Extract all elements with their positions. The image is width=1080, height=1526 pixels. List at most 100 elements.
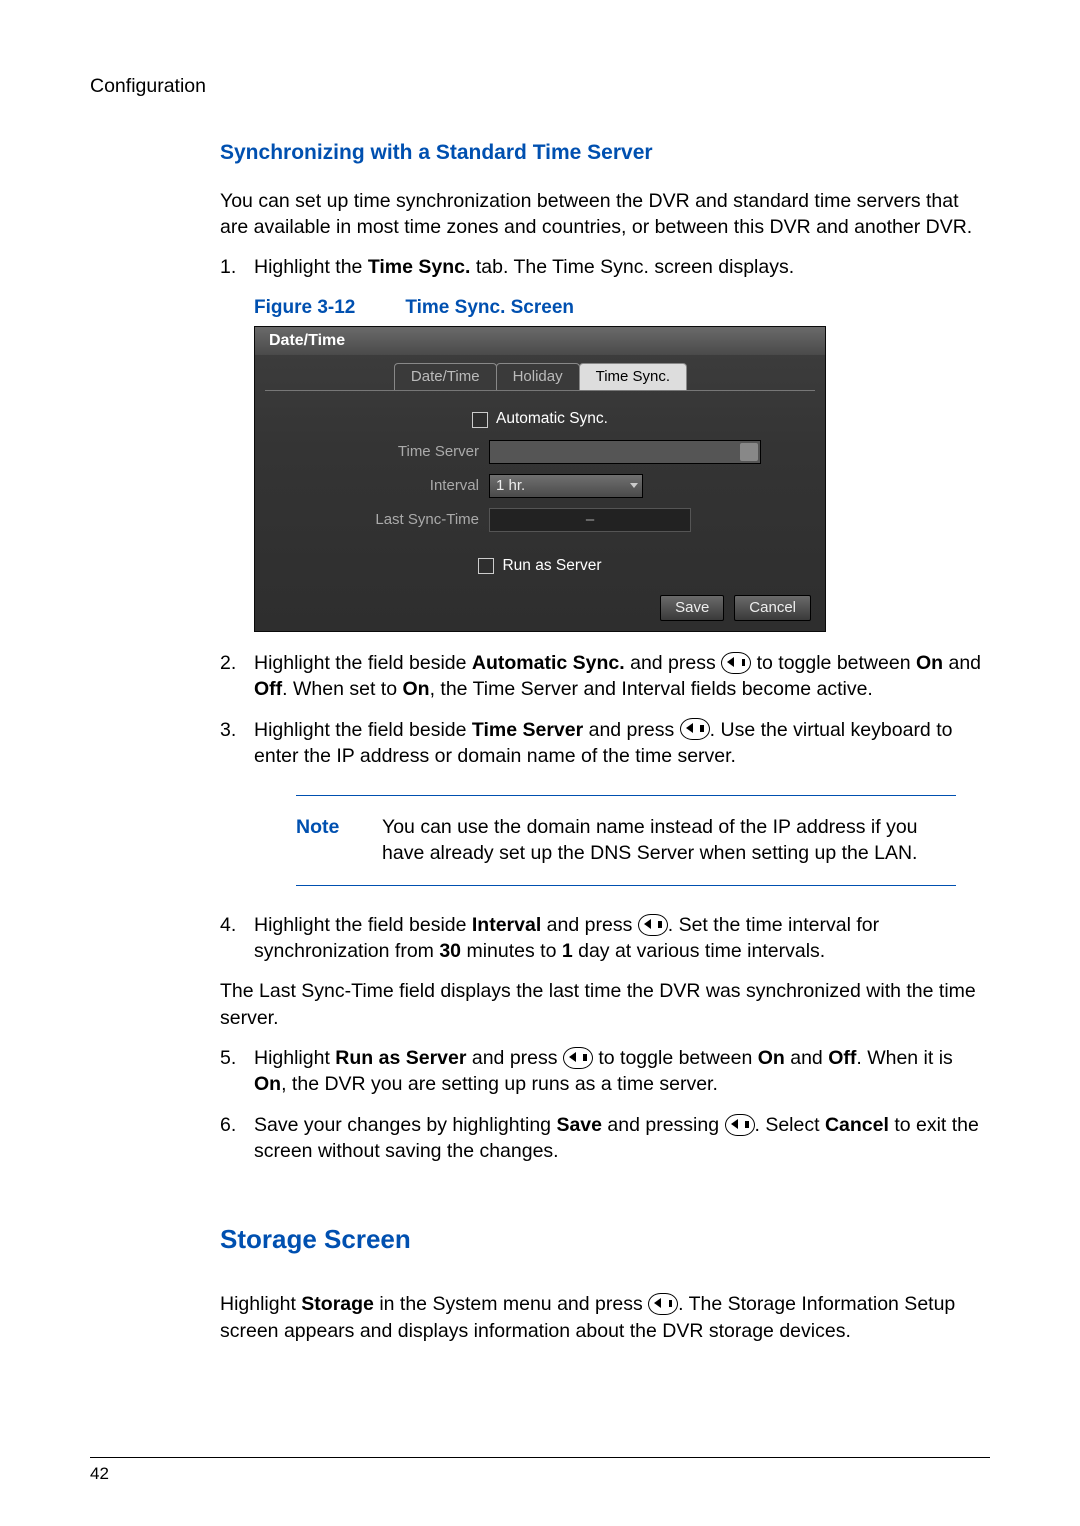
figure-title: Time Sync. Screen bbox=[405, 297, 574, 318]
chevron-down-icon bbox=[630, 483, 638, 488]
note-block: Note You can use the domain name instead… bbox=[296, 795, 956, 886]
step-6: 6. Save your changes by highlighting Sav… bbox=[220, 1112, 990, 1165]
text: tab. The Time Sync. screen displays. bbox=[470, 256, 794, 278]
tab-timesync[interactable]: Time Sync. bbox=[579, 363, 687, 390]
figure-caption: Figure 3-12 Time Sync. Screen bbox=[254, 295, 990, 321]
row-interval: Interval 1 hr. bbox=[255, 474, 825, 498]
step-body: Highlight the Time Sync. tab. The Time S… bbox=[254, 254, 990, 280]
time-server-input[interactable] bbox=[489, 440, 761, 464]
keyboard-icon[interactable] bbox=[740, 443, 758, 461]
page-number: 42 bbox=[90, 1463, 109, 1486]
text: in the System menu and press bbox=[374, 1293, 648, 1315]
text: Highlight the field beside bbox=[254, 914, 472, 936]
figure-number: Figure 3-12 bbox=[254, 297, 355, 318]
step-body: Highlight the field beside Automatic Syn… bbox=[254, 650, 990, 703]
tab-datetime[interactable]: Date/Time bbox=[394, 363, 497, 390]
dialog-button-row: Save Cancel bbox=[660, 595, 811, 621]
storage-para: Highlight Storage in the System menu and… bbox=[220, 1291, 990, 1344]
text-bold: On bbox=[254, 1073, 281, 1095]
text: and press bbox=[583, 719, 679, 741]
footer-rule bbox=[90, 1457, 990, 1458]
ordered-steps-cont: 4. Highlight the field beside Interval a… bbox=[220, 912, 990, 965]
text-bold: Run as Server bbox=[335, 1047, 466, 1069]
text: , the DVR you are setting up runs as a t… bbox=[281, 1073, 718, 1095]
step-number: 1. bbox=[220, 254, 254, 280]
text: . Select bbox=[755, 1114, 825, 1136]
note-body: You can use the domain name instead of t… bbox=[382, 814, 956, 867]
step-3: 3. Highlight the field beside Time Serve… bbox=[220, 717, 990, 770]
automatic-sync-checkbox[interactable] bbox=[472, 412, 488, 428]
enter-button-icon bbox=[725, 1114, 755, 1136]
text-bold: On bbox=[916, 652, 943, 674]
row-run-as-server: Run as Server bbox=[255, 556, 825, 577]
text: . When it is bbox=[856, 1047, 952, 1069]
enter-button-icon bbox=[638, 914, 668, 936]
text-bold: On bbox=[402, 678, 429, 700]
page: Configuration Synchronizing with a Stand… bbox=[0, 0, 1080, 1526]
text: to toggle between bbox=[593, 1047, 758, 1069]
last-sync-label: Last Sync-Time bbox=[269, 510, 489, 530]
ordered-steps: 1. Highlight the Time Sync. tab. The Tim… bbox=[220, 254, 990, 769]
step-number: 5. bbox=[220, 1045, 254, 1098]
tab-separator bbox=[265, 390, 815, 391]
ordered-steps-cont2: 5. Highlight Run as Server and press to … bbox=[220, 1045, 990, 1164]
text: Save your changes by highlighting bbox=[254, 1114, 556, 1136]
step-body: Highlight the field beside Time Server a… bbox=[254, 717, 990, 770]
row-time-server: Time Server bbox=[255, 440, 825, 464]
save-button[interactable]: Save bbox=[660, 595, 724, 621]
step-number: 4. bbox=[220, 912, 254, 965]
dialog-title: Date/Time bbox=[255, 327, 825, 355]
step-number: 3. bbox=[220, 717, 254, 770]
text: Highlight bbox=[220, 1293, 301, 1315]
last-sync-value: – bbox=[489, 508, 691, 532]
row-last-sync: Last Sync-Time – bbox=[255, 508, 825, 532]
enter-button-icon bbox=[680, 718, 710, 740]
time-server-label: Time Server bbox=[269, 442, 489, 462]
text: , the Time Server and Interval fields be… bbox=[430, 678, 873, 700]
text: to toggle between bbox=[751, 652, 916, 674]
text: and bbox=[785, 1047, 828, 1069]
text-bold: Save bbox=[556, 1114, 602, 1136]
text: . When set to bbox=[282, 678, 402, 700]
text-bold: Cancel bbox=[825, 1114, 889, 1136]
section-heading-storage: Storage Screen bbox=[220, 1222, 990, 1257]
text: Highlight the field beside bbox=[254, 719, 472, 741]
intro-para: You can set up time synchronization betw… bbox=[220, 188, 990, 241]
page-header: Configuration bbox=[90, 73, 990, 99]
step-number: 6. bbox=[220, 1112, 254, 1165]
text-bold: Time Sync. bbox=[368, 256, 471, 278]
text: and press bbox=[541, 914, 637, 936]
step-body: Highlight the field beside Interval and … bbox=[254, 912, 990, 965]
step-2: 2. Highlight the field beside Automatic … bbox=[220, 650, 990, 703]
dvr-dialog: Date/Time Date/Time Holiday Time Sync. A… bbox=[254, 326, 826, 632]
run-as-server-label: Run as Server bbox=[502, 556, 601, 577]
step-1: 1. Highlight the Time Sync. tab. The Tim… bbox=[220, 254, 990, 280]
text-bold: On bbox=[758, 1047, 785, 1069]
step-5: 5. Highlight Run as Server and press to … bbox=[220, 1045, 990, 1098]
text-bold: Storage bbox=[301, 1293, 374, 1315]
enter-button-icon bbox=[721, 652, 751, 674]
run-as-server-checkbox[interactable] bbox=[478, 558, 494, 574]
text: Highlight the bbox=[254, 256, 368, 278]
step-body: Save your changes by highlighting Save a… bbox=[254, 1112, 990, 1165]
text-bold: 30 bbox=[439, 940, 461, 962]
text-bold: Interval bbox=[472, 914, 541, 936]
text: and press bbox=[466, 1047, 562, 1069]
dialog-tabs: Date/Time Holiday Time Sync. bbox=[255, 363, 825, 390]
section-heading-sync: Synchronizing with a Standard Time Serve… bbox=[220, 139, 990, 167]
text-bold: Automatic Sync. bbox=[472, 652, 625, 674]
interval-value: 1 hr. bbox=[496, 476, 525, 496]
text: Highlight bbox=[254, 1047, 335, 1069]
step-body: Highlight Run as Server and press to tog… bbox=[254, 1045, 990, 1098]
text-bold: Off bbox=[254, 678, 282, 700]
text-bold: Off bbox=[828, 1047, 856, 1069]
text: minutes to bbox=[461, 940, 562, 962]
row-automatic-sync: Automatic Sync. bbox=[255, 409, 825, 430]
cancel-button[interactable]: Cancel bbox=[734, 595, 811, 621]
tab-holiday[interactable]: Holiday bbox=[496, 363, 580, 390]
enter-button-icon bbox=[563, 1047, 593, 1069]
last-sync-para: The Last Sync-Time field displays the la… bbox=[220, 978, 990, 1031]
text: and bbox=[943, 652, 981, 674]
interval-select[interactable]: 1 hr. bbox=[489, 474, 643, 498]
text-bold: Time Server bbox=[472, 719, 583, 741]
